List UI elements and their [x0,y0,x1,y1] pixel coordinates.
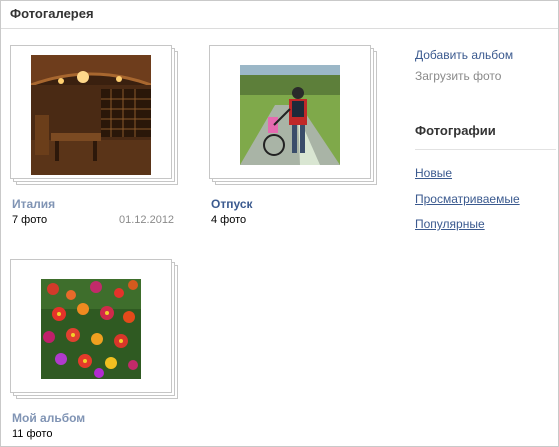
album-cover-image[interactable] [31,55,151,175]
album-date: 01.12.2012 [119,214,175,226]
wine-cellar-photo [31,55,151,175]
flowers-photo [41,279,141,379]
album-card-vacation[interactable]: Отпуск 4 фото [209,45,385,226]
album-stack[interactable] [10,45,178,185]
album-title[interactable]: Отпуск [211,197,253,211]
album-title[interactable]: Мой альбом [12,411,85,425]
gallery-header: Фотогалерея [1,1,558,29]
album-stack[interactable] [10,259,178,399]
add-album-link[interactable]: Добавить альбом [415,48,513,62]
photos-section-heading: Фотографии [415,123,496,138]
album-card-italy[interactable]: Италия 7 фото 01.12.2012 [10,45,186,226]
page-title: Фотогалерея [10,6,94,21]
album-cover-image[interactable] [240,65,340,165]
section-divider [415,149,556,150]
upload-photo-link[interactable]: Загрузить фото [415,69,501,83]
nav-link-most-viewed[interactable]: Просматриваемые [415,192,520,206]
album-photo-count: 4 фото [211,214,247,226]
album-photo-count: 7 фото [12,214,48,226]
album-cover-image[interactable] [41,279,141,379]
album-card-my-album[interactable]: Мой альбом 11 фото [10,259,186,440]
album-title[interactable]: Италия [12,197,55,211]
nav-link-popular[interactable]: Популярные [415,217,485,231]
photo-gallery-page: Фотогалерея Италия 7 фото 01.12.2012 Отп… [0,0,559,447]
nav-link-new[interactable]: Новые [415,166,452,180]
album-photo-count: 11 фото [12,428,53,440]
cyclist-photo [240,65,340,165]
album-stack[interactable] [209,45,377,185]
